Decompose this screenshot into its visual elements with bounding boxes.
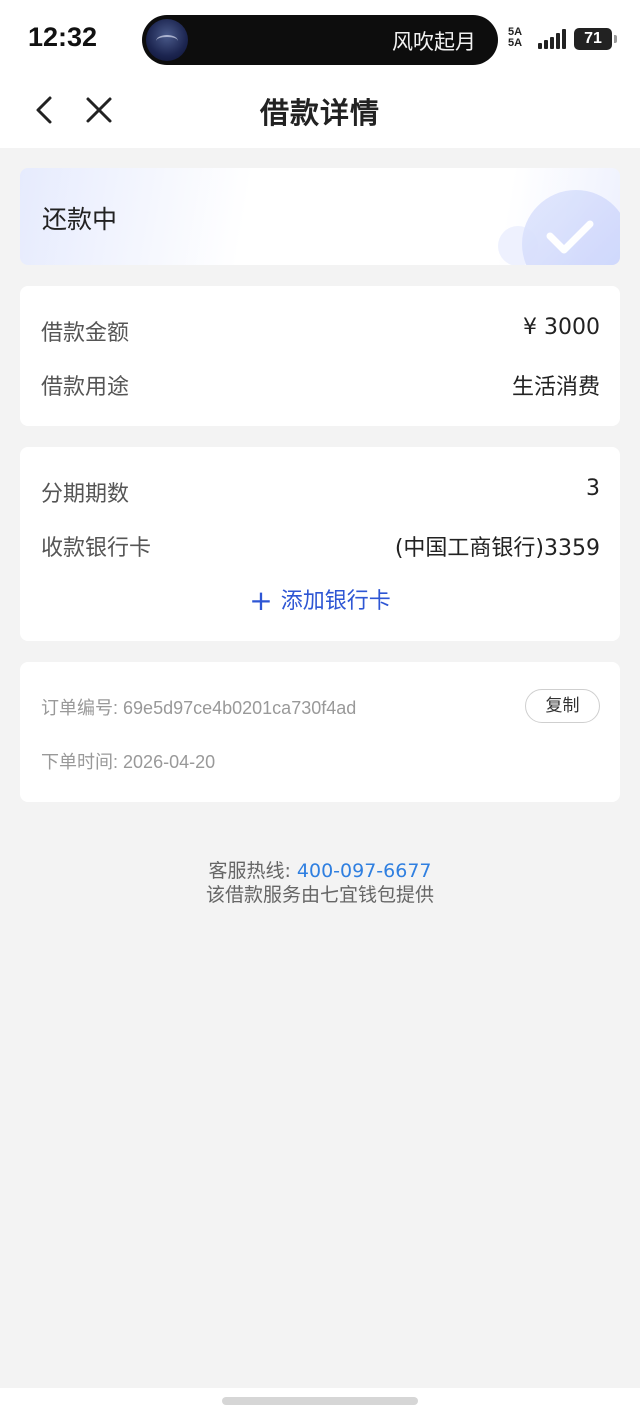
loan-status-text: 还款中 [42,205,118,234]
checkmark-badge-icon [522,190,620,265]
loan-purpose-row: 借款用途 生活消费 [41,369,600,400]
loan-purpose-value: 生活消费 [511,375,600,400]
nav-bar: 借款详情 [0,78,640,148]
order-time-value: 2026-04-20 [123,752,216,772]
battery-icon: 71 [574,28,617,50]
now-playing-island[interactable]: 风吹起月 [142,15,498,65]
installment-card: 分期期数 3 收款银行卡 (中国工商银行)3359 + 添加银行卡 [20,447,620,641]
page-title: 借款详情 [259,96,380,130]
loan-amount-label: 借款金额 [41,321,130,346]
add-bank-card-label: 添加银行卡 [280,589,391,614]
loan-info-card: 借款金额 ¥ 3000 借款用途 生活消费 [20,286,620,426]
add-bank-card-button[interactable]: + 添加银行卡 [20,583,620,617]
hotline-label: 客服热线: [208,860,291,882]
home-indicator[interactable] [222,1397,418,1405]
installment-periods-row: 分期期数 3 [41,476,600,507]
order-number-row: 订单编号: 69e5d97ce4b0201ca730f4ad [41,694,356,720]
order-number-label: 订单编号: [41,698,119,718]
service-provider-text: 该借款服务由七宜钱包提供 [205,884,434,906]
order-time-label: 下单时间: [41,752,119,772]
loan-status-card: 还款中 [20,168,620,265]
status-time: 12:32 [28,22,98,52]
copy-order-number-button[interactable]: 复制 [525,689,600,723]
order-info-card: 订单编号: 69e5d97ce4b0201ca730f4ad 复制 下单时间: … [20,662,620,802]
installment-periods-value: 3 [586,476,600,501]
network-type-label: 5A 5A [508,26,523,49]
installment-periods-label: 分期期数 [41,482,130,507]
hotline-number-link[interactable]: 400-097-6677 [297,860,432,882]
customer-service-hotline: 客服热线: 400-097-6677 [0,856,640,883]
loan-amount-row: 借款金额 ¥ 3000 [41,315,600,346]
bank-card-value: (中国工商银行)3359 [394,536,600,561]
bank-card-label: 收款银行卡 [41,536,152,561]
status-bar: 12:32 风吹起月 5A 5A 71 [0,0,640,78]
now-playing-text: 风吹起月 [392,30,476,54]
order-number-value: 69e5d97ce4b0201ca730f4ad [123,698,357,718]
plus-icon: + [249,584,273,617]
album-art-icon [146,19,188,61]
signal-icon [538,29,568,49]
order-time-row: 下单时间: 2026-04-20 [41,748,215,774]
loan-amount-value: ¥ 3000 [523,315,600,340]
bank-card-row: 收款银行卡 (中国工商银行)3359 [41,530,600,561]
loan-purpose-label: 借款用途 [41,375,130,400]
